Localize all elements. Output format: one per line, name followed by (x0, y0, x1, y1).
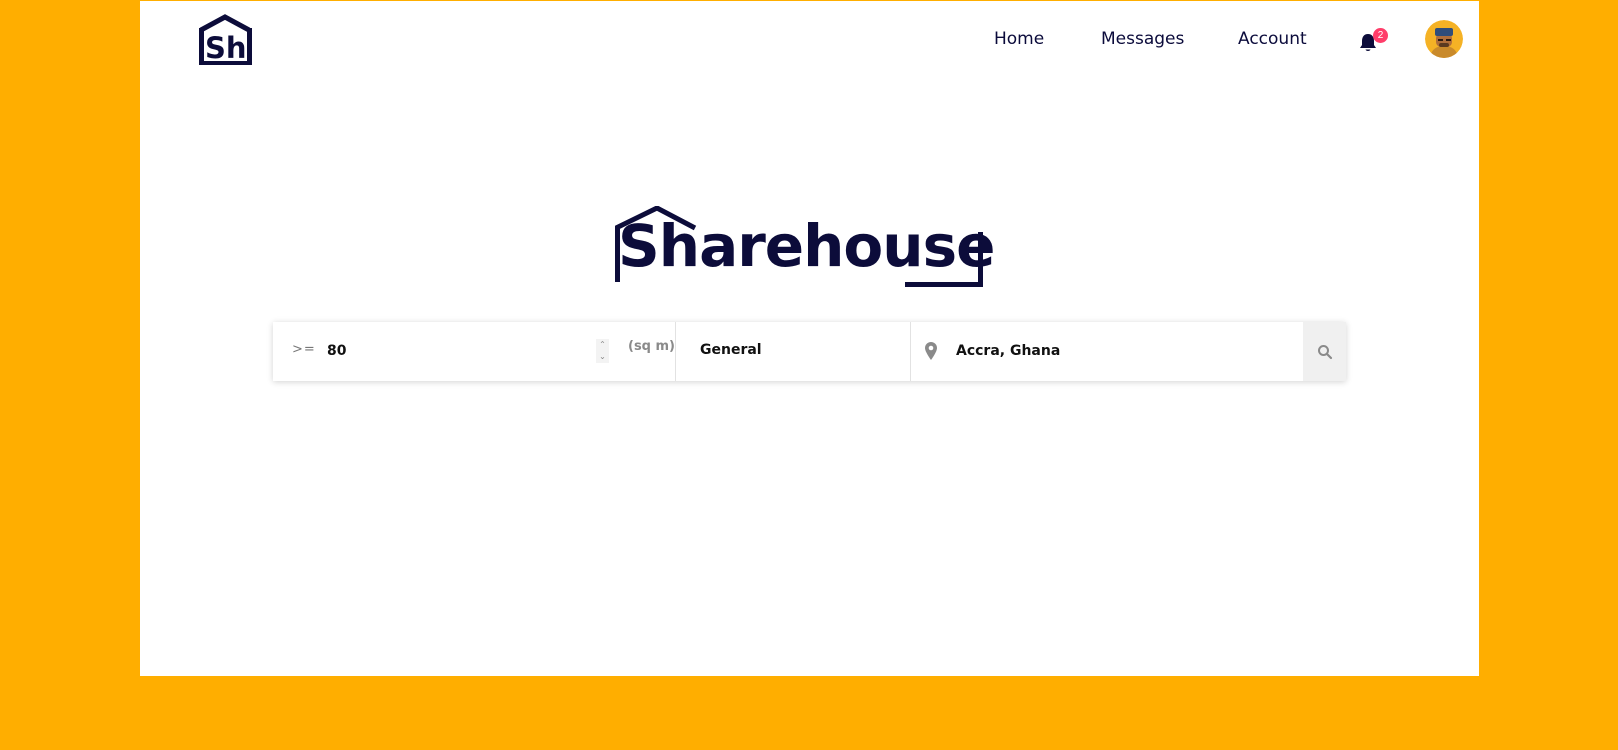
search-icon (1318, 345, 1333, 360)
nav-home-link[interactable]: Home (994, 29, 1044, 49)
user-avatar[interactable] (1425, 20, 1463, 58)
top-nav: Home Messages Account 2 (140, 27, 1479, 57)
notifications-button[interactable]: 2 (1358, 28, 1388, 57)
nav-account-link[interactable]: Account (1238, 29, 1307, 49)
search-bar: >= ⌃ ⌄ (sq m) General (273, 322, 1346, 381)
size-operator-label: >= (292, 342, 316, 357)
brand-logo: Sharehouse (615, 206, 1005, 290)
type-select[interactable]: General (700, 342, 762, 358)
nav-messages-link[interactable]: Messages (1101, 29, 1184, 49)
location-filter (911, 322, 1303, 381)
location-input[interactable] (956, 336, 1286, 366)
type-filter[interactable]: General (676, 322, 911, 381)
notification-count-badge: 2 (1373, 28, 1388, 43)
size-stepper[interactable]: ⌃ ⌄ (596, 339, 609, 363)
size-filter: >= ⌃ ⌄ (sq m) (273, 322, 676, 381)
size-input[interactable] (327, 336, 602, 366)
map-pin-icon (925, 342, 937, 360)
search-button[interactable] (1303, 322, 1346, 381)
brand-logo-text: Sharehouse (618, 212, 995, 280)
stepper-up-icon[interactable]: ⌃ (596, 339, 609, 351)
stepper-down-icon[interactable]: ⌄ (596, 351, 609, 363)
page: Sh Home Messages Account 2 Sharehouse >=… (140, 1, 1479, 676)
size-unit-label: (sq m) (628, 339, 675, 354)
